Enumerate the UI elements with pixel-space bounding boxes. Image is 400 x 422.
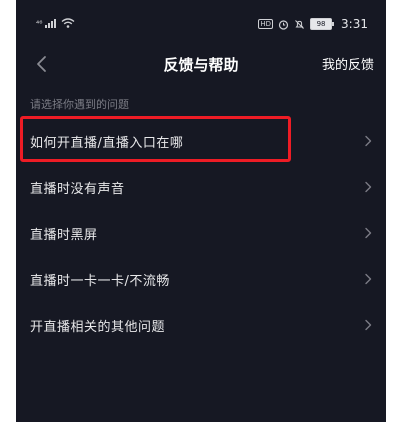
signal-icon [45, 19, 57, 28]
my-feedback-button[interactable]: 我的反馈 [322, 54, 374, 73]
problem-item-lagging[interactable]: 直播时一卡一卡/不流畅 [16, 256, 386, 302]
bell-off-icon [295, 19, 304, 29]
app-screen: ⁴⁶ HD 98 3:31 反馈与帮助 我的反馈 请选择你遇到的问题 如何开直播… [16, 0, 386, 422]
problem-label: 如何开直播/直播入口在哪 [30, 135, 184, 151]
alarm-icon [278, 19, 289, 30]
battery-icon: 98 [310, 18, 335, 30]
hd-badge: HD [258, 19, 274, 29]
problem-item-other-live-issues[interactable]: 开直播相关的其他问题 [16, 302, 386, 348]
problem-item-how-to-start-live[interactable]: 如何开直播/直播入口在哪 [16, 118, 386, 164]
problem-label: 直播时黑屏 [30, 227, 98, 243]
chevron-right-icon [365, 273, 372, 285]
problem-item-no-sound[interactable]: 直播时没有声音 [16, 164, 386, 210]
status-left: ⁴⁶ [36, 18, 75, 28]
nav-bar: 反馈与帮助 我的反馈 [16, 44, 386, 84]
section-label: 请选择你遇到的问题 [30, 98, 129, 111]
problem-item-black-screen[interactable]: 直播时黑屏 [16, 210, 386, 256]
problem-label: 直播时没有声音 [30, 181, 125, 197]
chevron-right-icon [365, 227, 372, 239]
network-type-label: ⁴⁶ [36, 19, 43, 28]
status-right: HD 98 3:31 [258, 17, 368, 31]
status-time: 3:31 [341, 17, 368, 31]
chevron-right-icon [365, 181, 372, 193]
wifi-icon [61, 18, 75, 28]
problem-label: 直播时一卡一卡/不流畅 [30, 273, 170, 289]
chevron-right-icon [365, 319, 372, 331]
problem-list: 如何开直播/直播入口在哪 直播时没有声音 直播时黑屏 直播时一卡一卡/不流畅 开… [16, 118, 386, 348]
chevron-right-icon [365, 135, 372, 147]
status-bar: ⁴⁶ HD 98 3:31 [16, 0, 386, 44]
problem-label: 开直播相关的其他问题 [30, 319, 166, 335]
